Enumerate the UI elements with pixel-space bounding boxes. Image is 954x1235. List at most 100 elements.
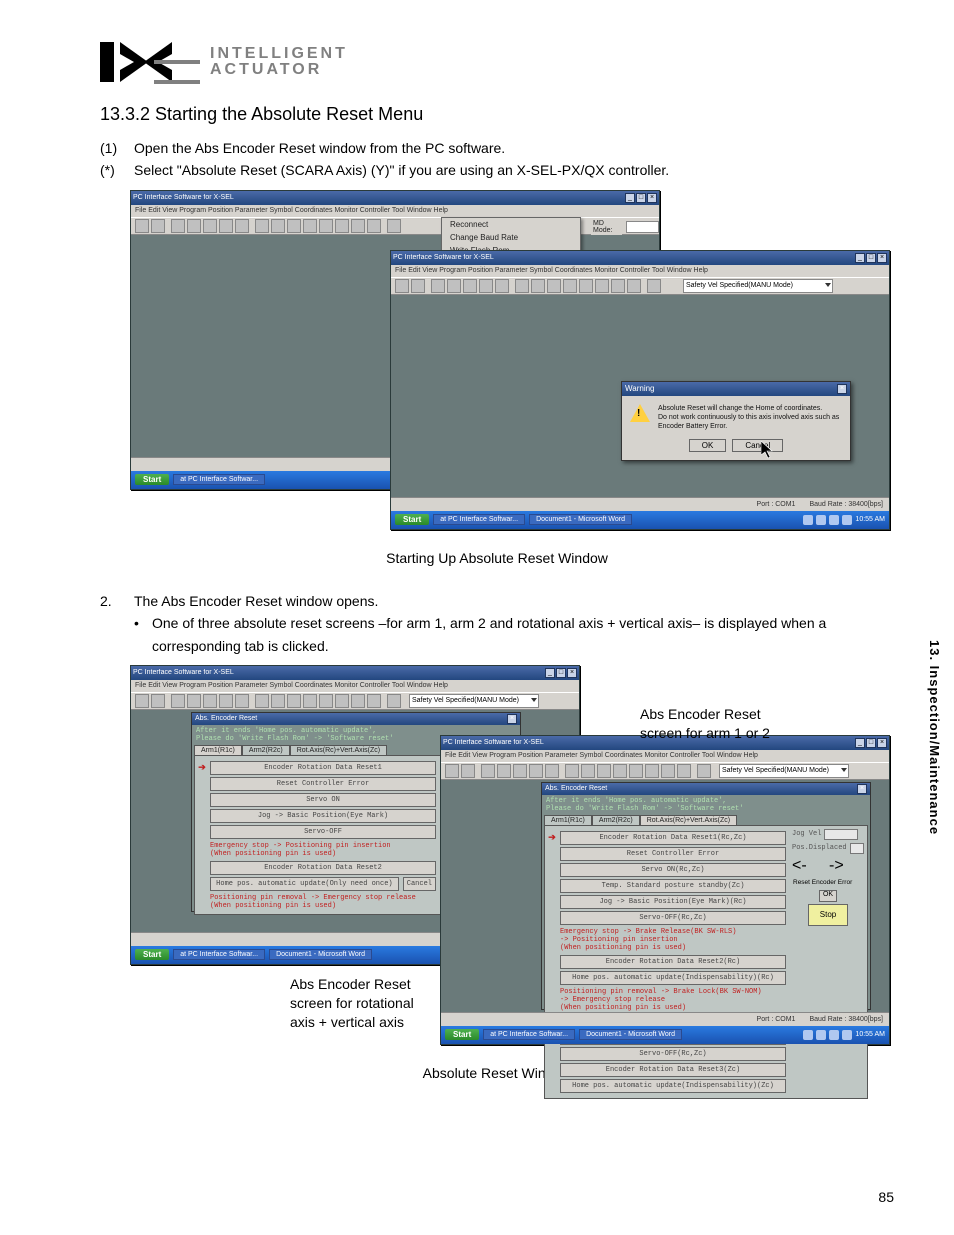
step-b3[interactable]: Servo ON(Rc,Zc) <box>560 863 786 877</box>
step-b8[interactable]: Encoder Rotation Data Reset2(Rc) <box>560 955 786 969</box>
safety-combo-3[interactable]: Safety Vel Specified(MANU Mode) <box>409 694 539 708</box>
callout-rot: Abs Encoder Reset screen for rotational … <box>290 975 414 1032</box>
task-item-4b[interactable]: Document1 - Microsoft Word <box>579 1029 682 1040</box>
step-a3[interactable]: Servo ON <box>210 793 436 807</box>
task-item-2b[interactable]: Document1 - Microsoft Word <box>529 514 632 525</box>
app-window-front: PC Interface Software for X-SEL _□× File… <box>390 250 890 530</box>
step-b2[interactable]: Reset Controller Error <box>560 847 786 861</box>
step-b4[interactable]: Temp. Standard posture standby(Zc) <box>560 879 786 893</box>
status-baud-4: Baud Rate : 38400[bps] <box>809 1016 883 1023</box>
close-icon[interactable]: × <box>837 384 847 394</box>
step-a5[interactable]: Servo-OFF <box>210 825 436 839</box>
logo-text: INTELLIGENT ACTUATOR <box>210 46 348 78</box>
toolbar-3[interactable]: Safety Vel Specified(MANU Mode) <box>131 692 579 710</box>
window-buttons-2[interactable]: _□× <box>855 253 887 263</box>
systray[interactable]: 10:55 AM <box>803 515 885 525</box>
step-b7: Emergency stop -> Brake Release(BK SW-RL… <box>548 927 786 953</box>
step-b9[interactable]: Home pos. automatic update(Indispensabil… <box>560 971 786 985</box>
window-buttons[interactable]: _□× <box>625 193 657 203</box>
stop-b[interactable]: Stop <box>808 904 848 926</box>
step-b6[interactable]: Servo-OFF(Rc,Zc) <box>560 911 786 925</box>
abs-msg-b: After it ends 'Home pos. automatic updat… <box>542 795 870 815</box>
step-b1[interactable]: Encoder Rotation Data Reset1(Rc,Zc) <box>560 831 786 845</box>
page-number: 85 <box>878 1189 894 1205</box>
window-title-3: PC Interface Software for X-SEL <box>133 669 234 676</box>
step-a1[interactable]: Encoder Rotation Data Reset1 <box>210 761 436 775</box>
jogvel-box-b[interactable] <box>824 829 858 840</box>
mdmode-label: MD Mode: <box>591 219 622 235</box>
task-item-4a[interactable]: at PC Interface Softwar... <box>483 1029 575 1040</box>
logo: INTELLIGENT ACTUATOR <box>100 40 894 84</box>
step-b14[interactable]: Encoder Rotation Data Reset3(Zc) <box>560 1063 786 1077</box>
step1-text: Open the Abs Encoder Reset window from t… <box>134 137 894 159</box>
step-a8[interactable]: Home pos. automatic update(Only need onc… <box>210 877 399 891</box>
mdmode-combo[interactable] <box>626 221 659 233</box>
start-button-2[interactable]: Start <box>395 514 429 525</box>
callout-arm: Abs Encoder Reset screen for arm 1 or 2 <box>640 705 770 743</box>
ok-button[interactable]: OK <box>689 439 727 452</box>
clock: 10:55 AM <box>855 516 885 523</box>
warning-icon <box>630 404 650 422</box>
tab-arm1-a[interactable]: Arm1(R1c) <box>194 745 242 755</box>
menubar[interactable]: File Edit View Program Position Paramete… <box>131 205 659 217</box>
step-a6: Emergency stop -> Positioning pin insert… <box>198 841 436 859</box>
mi-reconnect[interactable]: Reconnect <box>442 218 580 231</box>
cursor-icon <box>761 441 775 459</box>
safety-combo[interactable]: Safety Vel Specified(MANU Mode) <box>683 279 833 293</box>
window-buttons-3[interactable]: _□× <box>545 668 577 678</box>
logo-line1: INTELLIGENT <box>210 46 348 62</box>
abs-title-a: Abs. Encoder Reset <box>195 715 257 722</box>
reset-enc-b[interactable]: Reset Encoder Error <box>792 878 864 887</box>
tab-arm2-b[interactable]: Arm2(R2c) <box>592 815 640 825</box>
warning-dialog: Warning × Absolute Reset will change the… <box>621 381 851 461</box>
step2-bullet: One of three absolute reset screens –for… <box>152 612 894 657</box>
figure1-caption: Starting Up Absolute Reset Window <box>100 550 894 566</box>
start-button-3[interactable]: Start <box>135 949 169 960</box>
ok-b[interactable]: OK <box>819 890 837 902</box>
task-item-3a[interactable]: at PC Interface Softwar... <box>173 949 265 960</box>
mi-baud[interactable]: Change Baud Rate <box>442 231 580 244</box>
logo-line2: ACTUATOR <box>210 62 348 78</box>
bullet-icon: • <box>134 612 152 657</box>
stepstar-num: (*) <box>100 159 134 181</box>
step-b10: Positioning pin removal -> Brake Lock(BK… <box>548 987 786 1013</box>
step-b13[interactable]: Servo-OFF(Rc,Zc) <box>560 1047 786 1061</box>
menubar-2[interactable]: File Edit View Program Position Paramete… <box>391 265 889 277</box>
close-icon-a[interactable]: × <box>507 714 517 724</box>
toolbar-2[interactable]: Safety Vel Specified(MANU Mode) <box>391 277 889 295</box>
menubar-4[interactable]: File Edit View Program Position Paramete… <box>441 750 889 762</box>
figure-1: PC Interface Software for X-SEL _□× File… <box>100 190 894 540</box>
start-button-1[interactable]: Start <box>135 474 169 485</box>
cancel-a[interactable]: Cancel <box>403 877 436 891</box>
step-b15[interactable]: Home pos. automatic update(Indispensabil… <box>560 1079 786 1093</box>
step-a2[interactable]: Reset Controller Error <box>210 777 436 791</box>
cancel-button[interactable]: Cancel <box>732 439 783 452</box>
tab-arm1-b[interactable]: Arm1(R1c) <box>544 815 592 825</box>
tab-rot-b[interactable]: Rot.Axis(Rc)+Vert.Axis(Zc) <box>640 815 737 825</box>
warning-title: Warning <box>625 384 655 393</box>
abs-title-b: Abs. Encoder Reset <box>545 785 607 792</box>
menubar-3[interactable]: File Edit View Program Position Paramete… <box>131 680 579 692</box>
tab-rot-a[interactable]: Rot.Axis(Rc)+Vert.Axis(Zc) <box>290 745 387 755</box>
tab-arm2-a[interactable]: Arm2(R2c) <box>242 745 290 755</box>
posdisp-box-b <box>850 843 864 854</box>
safety-combo-4[interactable]: Safety Vel Specified(MANU Mode) <box>719 764 849 778</box>
close-icon-b[interactable]: × <box>857 784 867 794</box>
start-button-4[interactable]: Start <box>445 1029 479 1040</box>
step2-text: The Abs Encoder Reset window opens. <box>134 590 894 612</box>
task-item-2a[interactable]: at PC Interface Softwar... <box>433 514 525 525</box>
window-buttons-4[interactable]: _□× <box>855 738 887 748</box>
task-item-1a[interactable]: at PC Interface Softwar... <box>173 474 265 485</box>
toolbar-4[interactable]: Safety Vel Specified(MANU Mode) <box>441 762 889 780</box>
step-b5[interactable]: Jog -> Basic Position(Eye Mark)(Rc) <box>560 895 786 909</box>
posdisp-lbl-b: Pos.Displaced <box>792 844 847 852</box>
step1-num: (1) <box>100 137 134 159</box>
stepstar-text: Select "Absolute Reset (SCARA Axis) (Y)"… <box>134 159 894 181</box>
abs-tabs-b[interactable]: Arm1(R1c) Arm2(R2c) Rot.Axis(Rc)+Vert.Ax… <box>542 815 870 825</box>
step-a7[interactable]: Encoder Rotation Data Reset2 <box>210 861 436 875</box>
task-item-3b[interactable]: Document1 - Microsoft Word <box>269 949 372 960</box>
systray-4[interactable]: 10:55 AM <box>803 1030 885 1040</box>
window-title: PC Interface Software for X-SEL <box>133 194 234 201</box>
step-a4[interactable]: Jog -> Basic Position(Eye Mark) <box>210 809 436 823</box>
side-tab: 13. Inspection/Maintenance <box>927 640 942 835</box>
